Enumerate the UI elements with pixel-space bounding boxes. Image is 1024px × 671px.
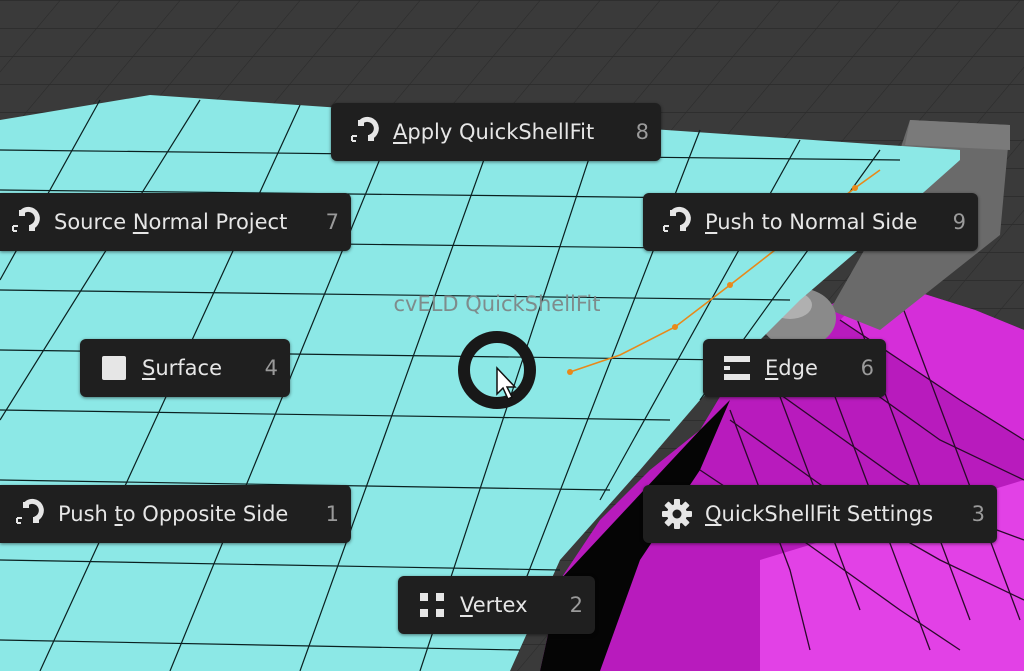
pie-item-label: Push to Opposite Side <box>58 502 289 526</box>
pie-item-push-opposite[interactable]: Push to Opposite Side 1 <box>0 485 351 543</box>
hotkey-label: 8 <box>635 120 649 144</box>
magnet-icon <box>661 206 693 238</box>
pie-item-settings[interactable]: QuickShellFit Settings 3 <box>643 485 997 543</box>
hotkey-label: 7 <box>325 210 339 234</box>
edge-select-icon <box>721 352 753 384</box>
vertex-select-icon <box>416 589 448 621</box>
pie-item-source-normal[interactable]: Source Normal Project 7 <box>0 193 351 251</box>
hotkey-label: 6 <box>860 356 874 380</box>
pie-item-label: Surface <box>142 356 223 380</box>
square-icon <box>98 352 130 384</box>
pie-menu-title: cvELD QuickShellFit <box>393 292 601 316</box>
hotkey-label: 2 <box>569 593 583 617</box>
pie-item-label: QuickShellFit Settings <box>705 502 934 526</box>
pie-item-edge[interactable]: Edge 6 <box>703 339 886 397</box>
magnet-icon <box>349 116 381 148</box>
pie-item-label: Edge <box>765 356 818 380</box>
pie-item-label: Apply QuickShellFit <box>393 120 595 144</box>
hotkey-label: 3 <box>971 502 985 526</box>
pie-item-label: Push to Normal Side <box>705 210 918 234</box>
hotkey-label: 9 <box>952 210 966 234</box>
pie-center-ring <box>458 331 536 409</box>
gear-icon <box>661 498 693 530</box>
pie-item-label: Source Normal Project <box>54 210 288 234</box>
pie-item-vertex[interactable]: Vertex 2 <box>398 576 595 634</box>
hotkey-label: 1 <box>325 502 339 526</box>
gray-box-top <box>905 120 1010 150</box>
pie-item-push-normal[interactable]: Push to Normal Side 9 <box>643 193 978 251</box>
pie-item-label: Vertex <box>460 593 528 617</box>
pie-item-surface[interactable]: Surface 4 <box>80 339 290 397</box>
magnet-icon <box>10 206 42 238</box>
hotkey-label: 4 <box>264 356 278 380</box>
pie-item-apply[interactable]: Apply QuickShellFit 8 <box>331 103 661 161</box>
magnet-icon <box>14 498 46 530</box>
